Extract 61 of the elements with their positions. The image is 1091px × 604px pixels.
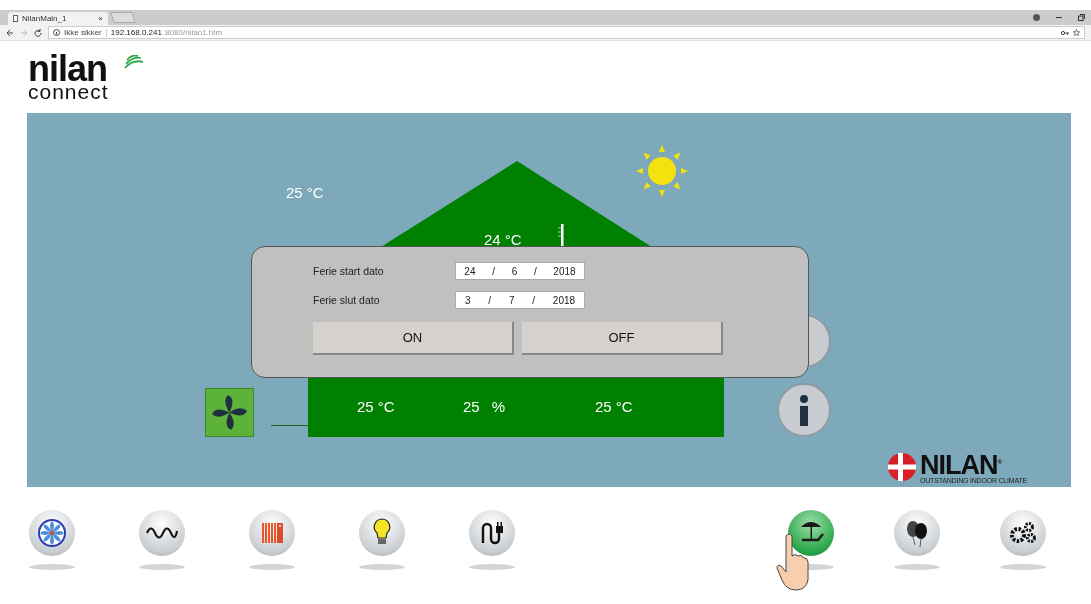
browser-tab[interactable]: NilanMain_1 × [8,12,108,25]
on-button[interactable]: ON [313,322,514,355]
indoor-temperature: 24 °C [484,231,522,248]
restore-icon[interactable] [1078,14,1085,21]
bulb-nav-button[interactable] [359,510,405,556]
info-icon [53,29,60,36]
balloons-icon [907,521,927,548]
gears-nav-button[interactable] [1000,510,1046,556]
outdoor-temperature: 25 °C [286,184,324,201]
date-field[interactable]: 3 / 7 / 2018 [455,291,585,309]
button-shadow [29,564,75,570]
flag-circle-icon [887,452,917,482]
security-label: Ikke sikker [64,28,102,37]
button-shadow [894,564,940,570]
info-icon [800,394,808,426]
reload-icon[interactable] [34,28,42,37]
logo-title: nilan [28,55,107,83]
off-button[interactable]: OFF [522,322,723,355]
beach-chair-umbrella-icon [801,522,824,542]
date-label: Ferie slut dato [313,294,381,306]
fan-nav-button[interactable] [29,510,75,556]
date-field[interactable]: 24 / 6 / 2018 [455,262,585,280]
minimize-icon[interactable] [1056,16,1062,19]
profile-icon[interactable] [1033,14,1040,21]
fan-icon [38,519,66,547]
button-shadow [139,564,185,570]
temperature-reading: 25 °C [595,398,633,415]
radiator-icon [262,523,283,543]
button-shadow [249,564,295,570]
gears-icon [1010,522,1036,543]
back-icon[interactable] [6,28,14,37]
date-label: Ferie start dato [313,265,385,277]
close-tab-button[interactable]: × [98,14,103,23]
hand-cursor-icon [776,532,810,592]
address-field[interactable]: Ikke sikker 192.168.0.241:8080/nilan1.htm [48,26,1085,39]
wave-nav-button[interactable] [139,510,185,556]
vacation-nav-button[interactable] [788,510,834,556]
page-icon [13,15,18,22]
key-icon[interactable] [1061,29,1069,36]
plug-nav-button[interactable] [469,510,515,556]
sine-wave-icon [146,527,178,539]
temperature-reading: 25 °C [357,398,395,415]
button-shadow [1000,564,1046,570]
fan-tile[interactable] [205,388,254,437]
url-path: :8080/nilan1.htm [162,28,223,37]
light-bulb-icon [373,518,391,544]
balloons-nav-button[interactable] [894,510,940,556]
button-shadow [359,564,405,570]
logo-subtitle: connect [28,83,109,101]
plug-cable-icon [481,522,503,544]
sun-icon [635,144,689,198]
radiator-nav-button[interactable] [249,510,295,556]
star-icon[interactable] [1073,29,1080,36]
url-host: 192.168.0.241 [110,28,162,37]
thermometer-icon [558,224,566,246]
humidity-value: 25 [463,398,480,415]
info-button[interactable] [777,383,831,437]
signal-waves-icon [124,55,144,69]
humidity-unit: % [491,398,506,415]
brand-name: NILAN$^{®}$ [920,450,1002,477]
button-shadow [469,564,515,570]
